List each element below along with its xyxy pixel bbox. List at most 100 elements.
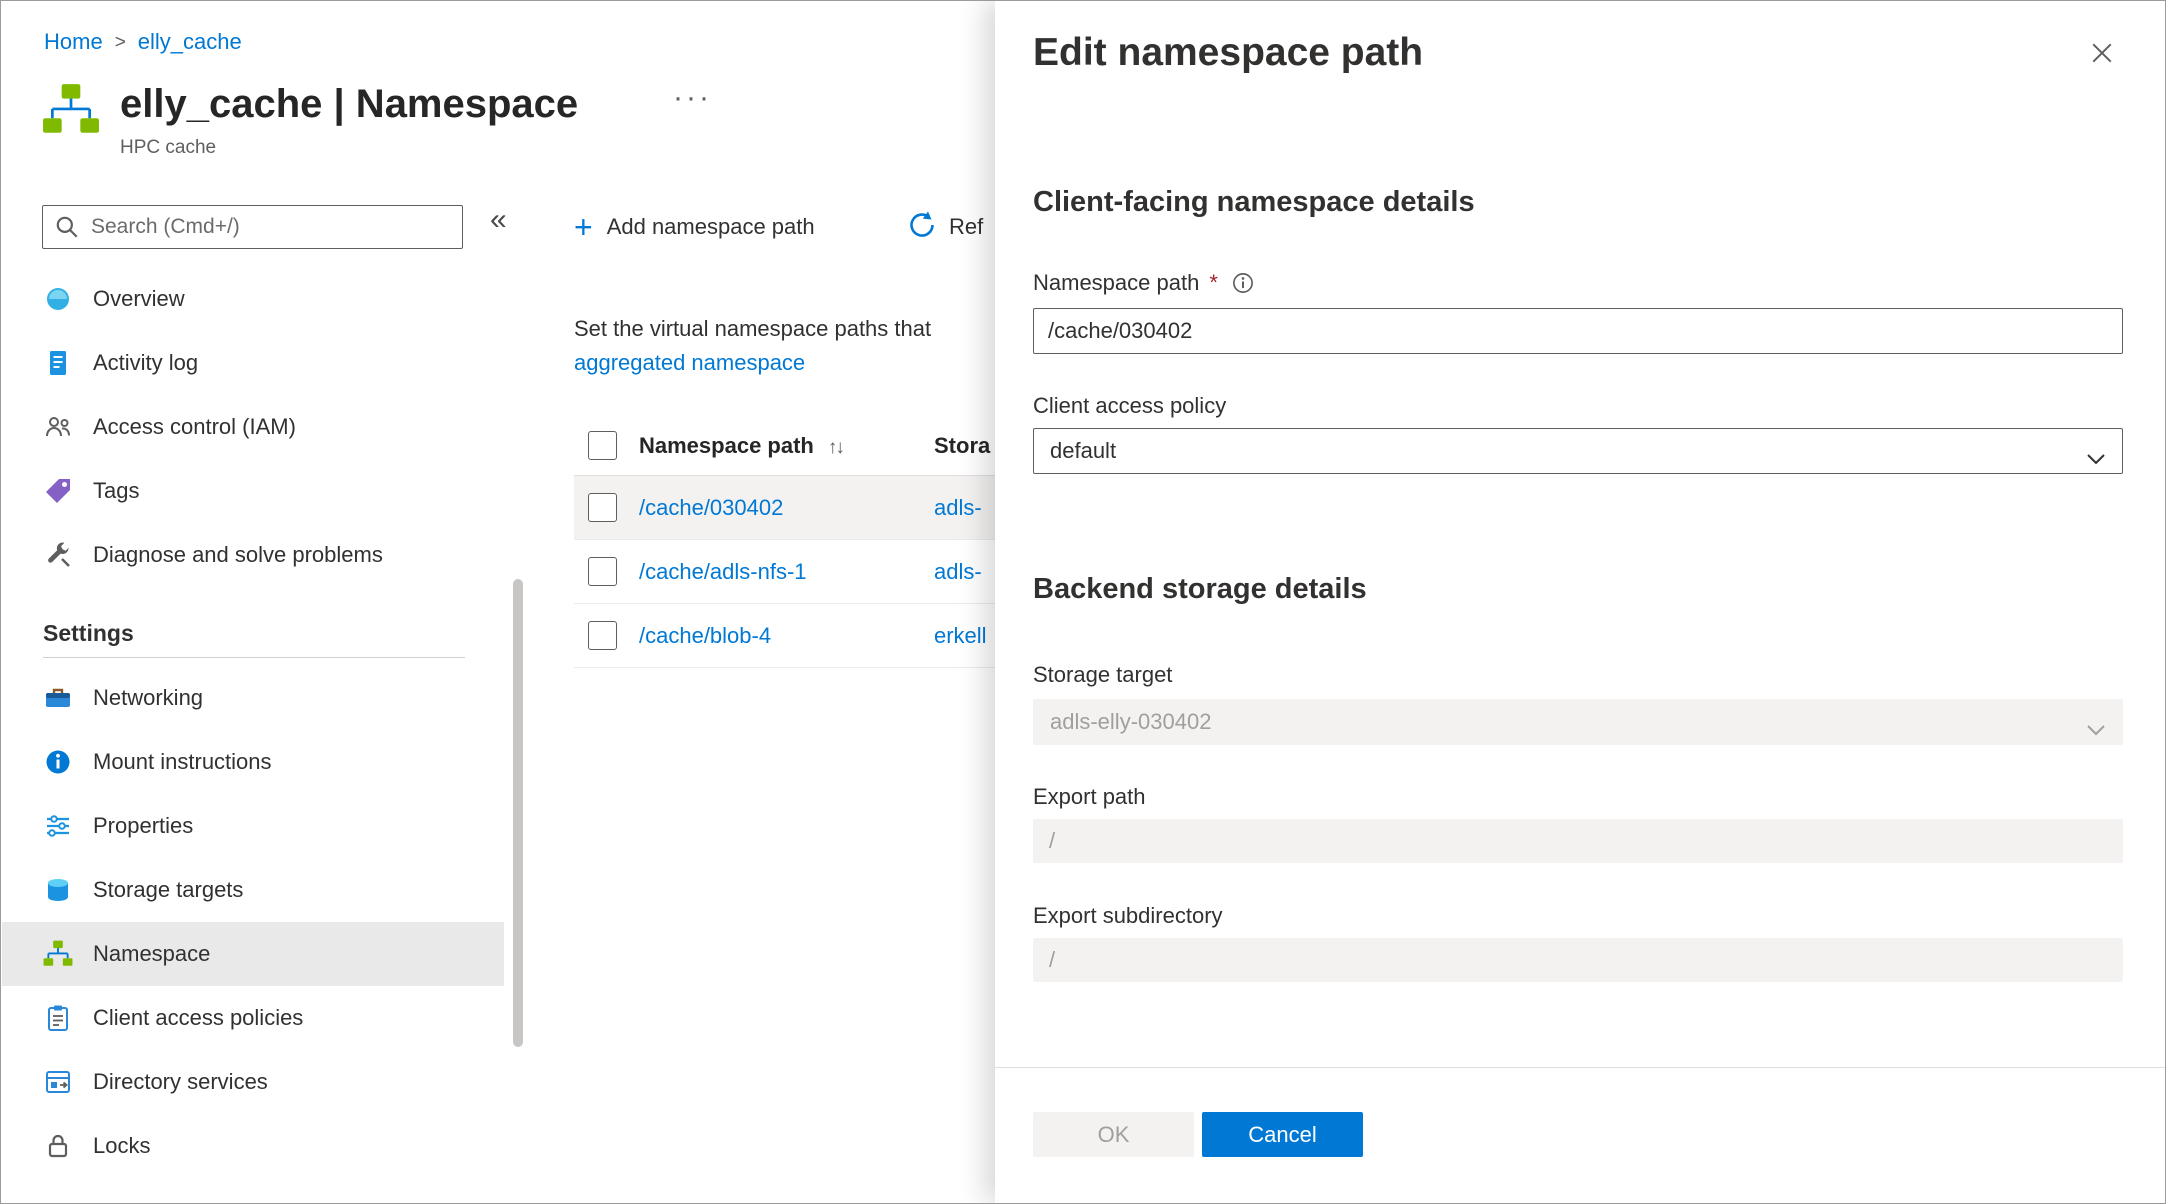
storage-target-label: Storage target bbox=[1033, 661, 2123, 689]
sidebar-item-label: Namespace bbox=[93, 941, 210, 967]
close-button[interactable] bbox=[2085, 37, 2119, 71]
more-options-icon[interactable]: ··· bbox=[673, 81, 712, 115]
storage-target-dropdown: adls-elly-030402 bbox=[1033, 699, 2123, 745]
row-checkbox[interactable] bbox=[588, 557, 617, 586]
export-subdirectory-input bbox=[1033, 938, 2123, 982]
sidebar-item-label: Overview bbox=[93, 286, 185, 312]
search-icon bbox=[54, 214, 80, 245]
namespace-icon bbox=[43, 939, 73, 969]
sidebar-item-label: Activity log bbox=[93, 350, 198, 376]
sidebar-item-label: Locks bbox=[93, 1133, 150, 1159]
overview-icon bbox=[43, 284, 73, 314]
namespace-path-link[interactable]: /cache/blob-4 bbox=[639, 623, 771, 649]
sidebar-item-properties[interactable]: Properties bbox=[2, 794, 504, 858]
storage-target-link[interactable]: adls- bbox=[934, 559, 982, 585]
chevron-down-icon bbox=[2086, 446, 2106, 472]
sidebar-item-overview[interactable]: Overview bbox=[2, 267, 504, 331]
row-checkbox[interactable] bbox=[588, 621, 617, 650]
client-access-policy-dropdown[interactable]: default bbox=[1033, 428, 2123, 474]
namespace-path-link[interactable]: /cache/adls-nfs-1 bbox=[639, 559, 807, 585]
export-subdirectory-label: Export subdirectory bbox=[1033, 902, 2123, 930]
sidebar-item-client-access-policies[interactable]: Client access policies bbox=[2, 986, 504, 1050]
page-description: Set the virtual namespace paths that agg… bbox=[574, 312, 931, 380]
export-path-input bbox=[1033, 819, 2123, 863]
sort-icon[interactable]: ↑↓ bbox=[828, 437, 843, 458]
breadcrumb-current-link[interactable]: elly_cache bbox=[138, 29, 242, 55]
section-client-facing-details: Client-facing namespace details bbox=[1033, 185, 2123, 219]
directory-services-icon bbox=[43, 1067, 73, 1097]
client-access-policy-label: Client access policy bbox=[1033, 392, 2123, 420]
namespace-path-input[interactable] bbox=[1033, 308, 2123, 354]
sidebar-scrollbar[interactable] bbox=[513, 579, 523, 1047]
sidebar-item-label: Access control (IAM) bbox=[93, 414, 296, 440]
sidebar-item-label: Client access policies bbox=[93, 1005, 303, 1031]
edit-namespace-path-panel: Edit namespace path Client-facing namesp… bbox=[995, 1, 2165, 1203]
networking-icon bbox=[43, 683, 73, 713]
breadcrumb-separator: > bbox=[115, 32, 126, 54]
sidebar-divider bbox=[43, 657, 465, 658]
panel-footer-divider bbox=[995, 1067, 2165, 1068]
export-path-label: Export path bbox=[1033, 783, 2123, 811]
sidebar-item-label: Diagnose and solve problems bbox=[93, 542, 383, 568]
close-icon bbox=[2090, 41, 2114, 68]
namespace-path-link[interactable]: /cache/030402 bbox=[639, 495, 783, 521]
azure-portal-window: Home > elly_cache elly_cache | Namespace… bbox=[0, 0, 2166, 1204]
section-backend-storage-details: Backend storage details bbox=[1033, 572, 2123, 606]
mount-instructions-icon bbox=[43, 747, 73, 777]
sidebar-section-settings: Settings bbox=[2, 609, 504, 657]
sidebar-item-label: Tags bbox=[93, 478, 139, 504]
activity-log-icon bbox=[43, 348, 73, 378]
access-control-icon bbox=[43, 412, 73, 442]
sidebar-search bbox=[42, 205, 463, 249]
breadcrumb-home-link[interactable]: Home bbox=[44, 29, 103, 55]
lock-icon bbox=[43, 1131, 73, 1161]
chevron-down-icon bbox=[2086, 717, 2106, 743]
sidebar-item-locks[interactable]: Locks bbox=[2, 1114, 504, 1178]
sidebar-item-label: Directory services bbox=[93, 1069, 268, 1095]
sidebar-item-directory-services[interactable]: Directory services bbox=[2, 1050, 504, 1114]
sidebar-item-activity-log[interactable]: Activity log bbox=[2, 331, 504, 395]
breadcrumb: Home > elly_cache bbox=[44, 29, 242, 55]
sidebar-item-label: Properties bbox=[93, 813, 193, 839]
add-icon: + bbox=[574, 212, 593, 242]
refresh-button[interactable]: Ref bbox=[907, 205, 983, 249]
add-namespace-path-button[interactable]: + Add namespace path bbox=[574, 205, 815, 249]
sidebar-item-mount-instructions[interactable]: Mount instructions bbox=[2, 730, 504, 794]
sidebar-item-storage-targets[interactable]: Storage targets bbox=[2, 858, 504, 922]
storage-target-link[interactable]: erkell bbox=[934, 623, 987, 649]
aggregated-namespace-link[interactable]: aggregated namespace bbox=[574, 350, 805, 375]
sidebar-item-networking[interactable]: Networking bbox=[2, 666, 504, 730]
sidebar-item-access-control[interactable]: Access control (IAM) bbox=[2, 395, 504, 459]
required-asterisk: * bbox=[1209, 269, 1218, 297]
ok-button: OK bbox=[1033, 1112, 1194, 1157]
page-header: elly_cache | Namespace HPC cache bbox=[42, 81, 578, 159]
collapse-sidebar-icon[interactable]: « bbox=[490, 203, 507, 237]
hpc-cache-resource-icon bbox=[42, 81, 100, 159]
diagnose-icon bbox=[43, 540, 73, 570]
properties-icon bbox=[43, 811, 73, 841]
sidebar-item-label: Networking bbox=[93, 685, 203, 711]
client-access-policies-icon bbox=[43, 1003, 73, 1033]
search-input[interactable] bbox=[42, 205, 463, 249]
namespace-path-label: Namespace path* bbox=[1033, 269, 2123, 297]
row-checkbox[interactable] bbox=[588, 493, 617, 522]
sidebar-item-diagnose[interactable]: Diagnose and solve problems bbox=[2, 523, 504, 587]
tags-icon bbox=[43, 476, 73, 506]
info-icon bbox=[1232, 272, 1254, 294]
sidebar-item-namespace[interactable]: Namespace bbox=[2, 922, 504, 986]
sidebar-item-label: Storage targets bbox=[93, 877, 243, 903]
header-checkbox[interactable] bbox=[588, 431, 617, 460]
panel-footer: OK Cancel bbox=[1033, 1112, 1363, 1157]
page-title: elly_cache | Namespace bbox=[120, 81, 578, 127]
panel-title: Edit namespace path bbox=[1033, 29, 2123, 77]
storage-target-link[interactable]: adls- bbox=[934, 495, 982, 521]
refresh-icon bbox=[907, 210, 937, 245]
cancel-button[interactable]: Cancel bbox=[1202, 1112, 1363, 1157]
page-subtitle: HPC cache bbox=[120, 137, 578, 159]
column-header-storage[interactable]: Stora bbox=[934, 433, 990, 459]
sidebar-item-label: Mount instructions bbox=[93, 749, 272, 775]
sidebar-item-tags[interactable]: Tags bbox=[2, 459, 504, 523]
column-header-namespace-path[interactable]: Namespace path bbox=[639, 433, 814, 458]
sidebar-menu: Overview Activity log bbox=[2, 267, 504, 1178]
storage-targets-icon bbox=[43, 875, 73, 905]
